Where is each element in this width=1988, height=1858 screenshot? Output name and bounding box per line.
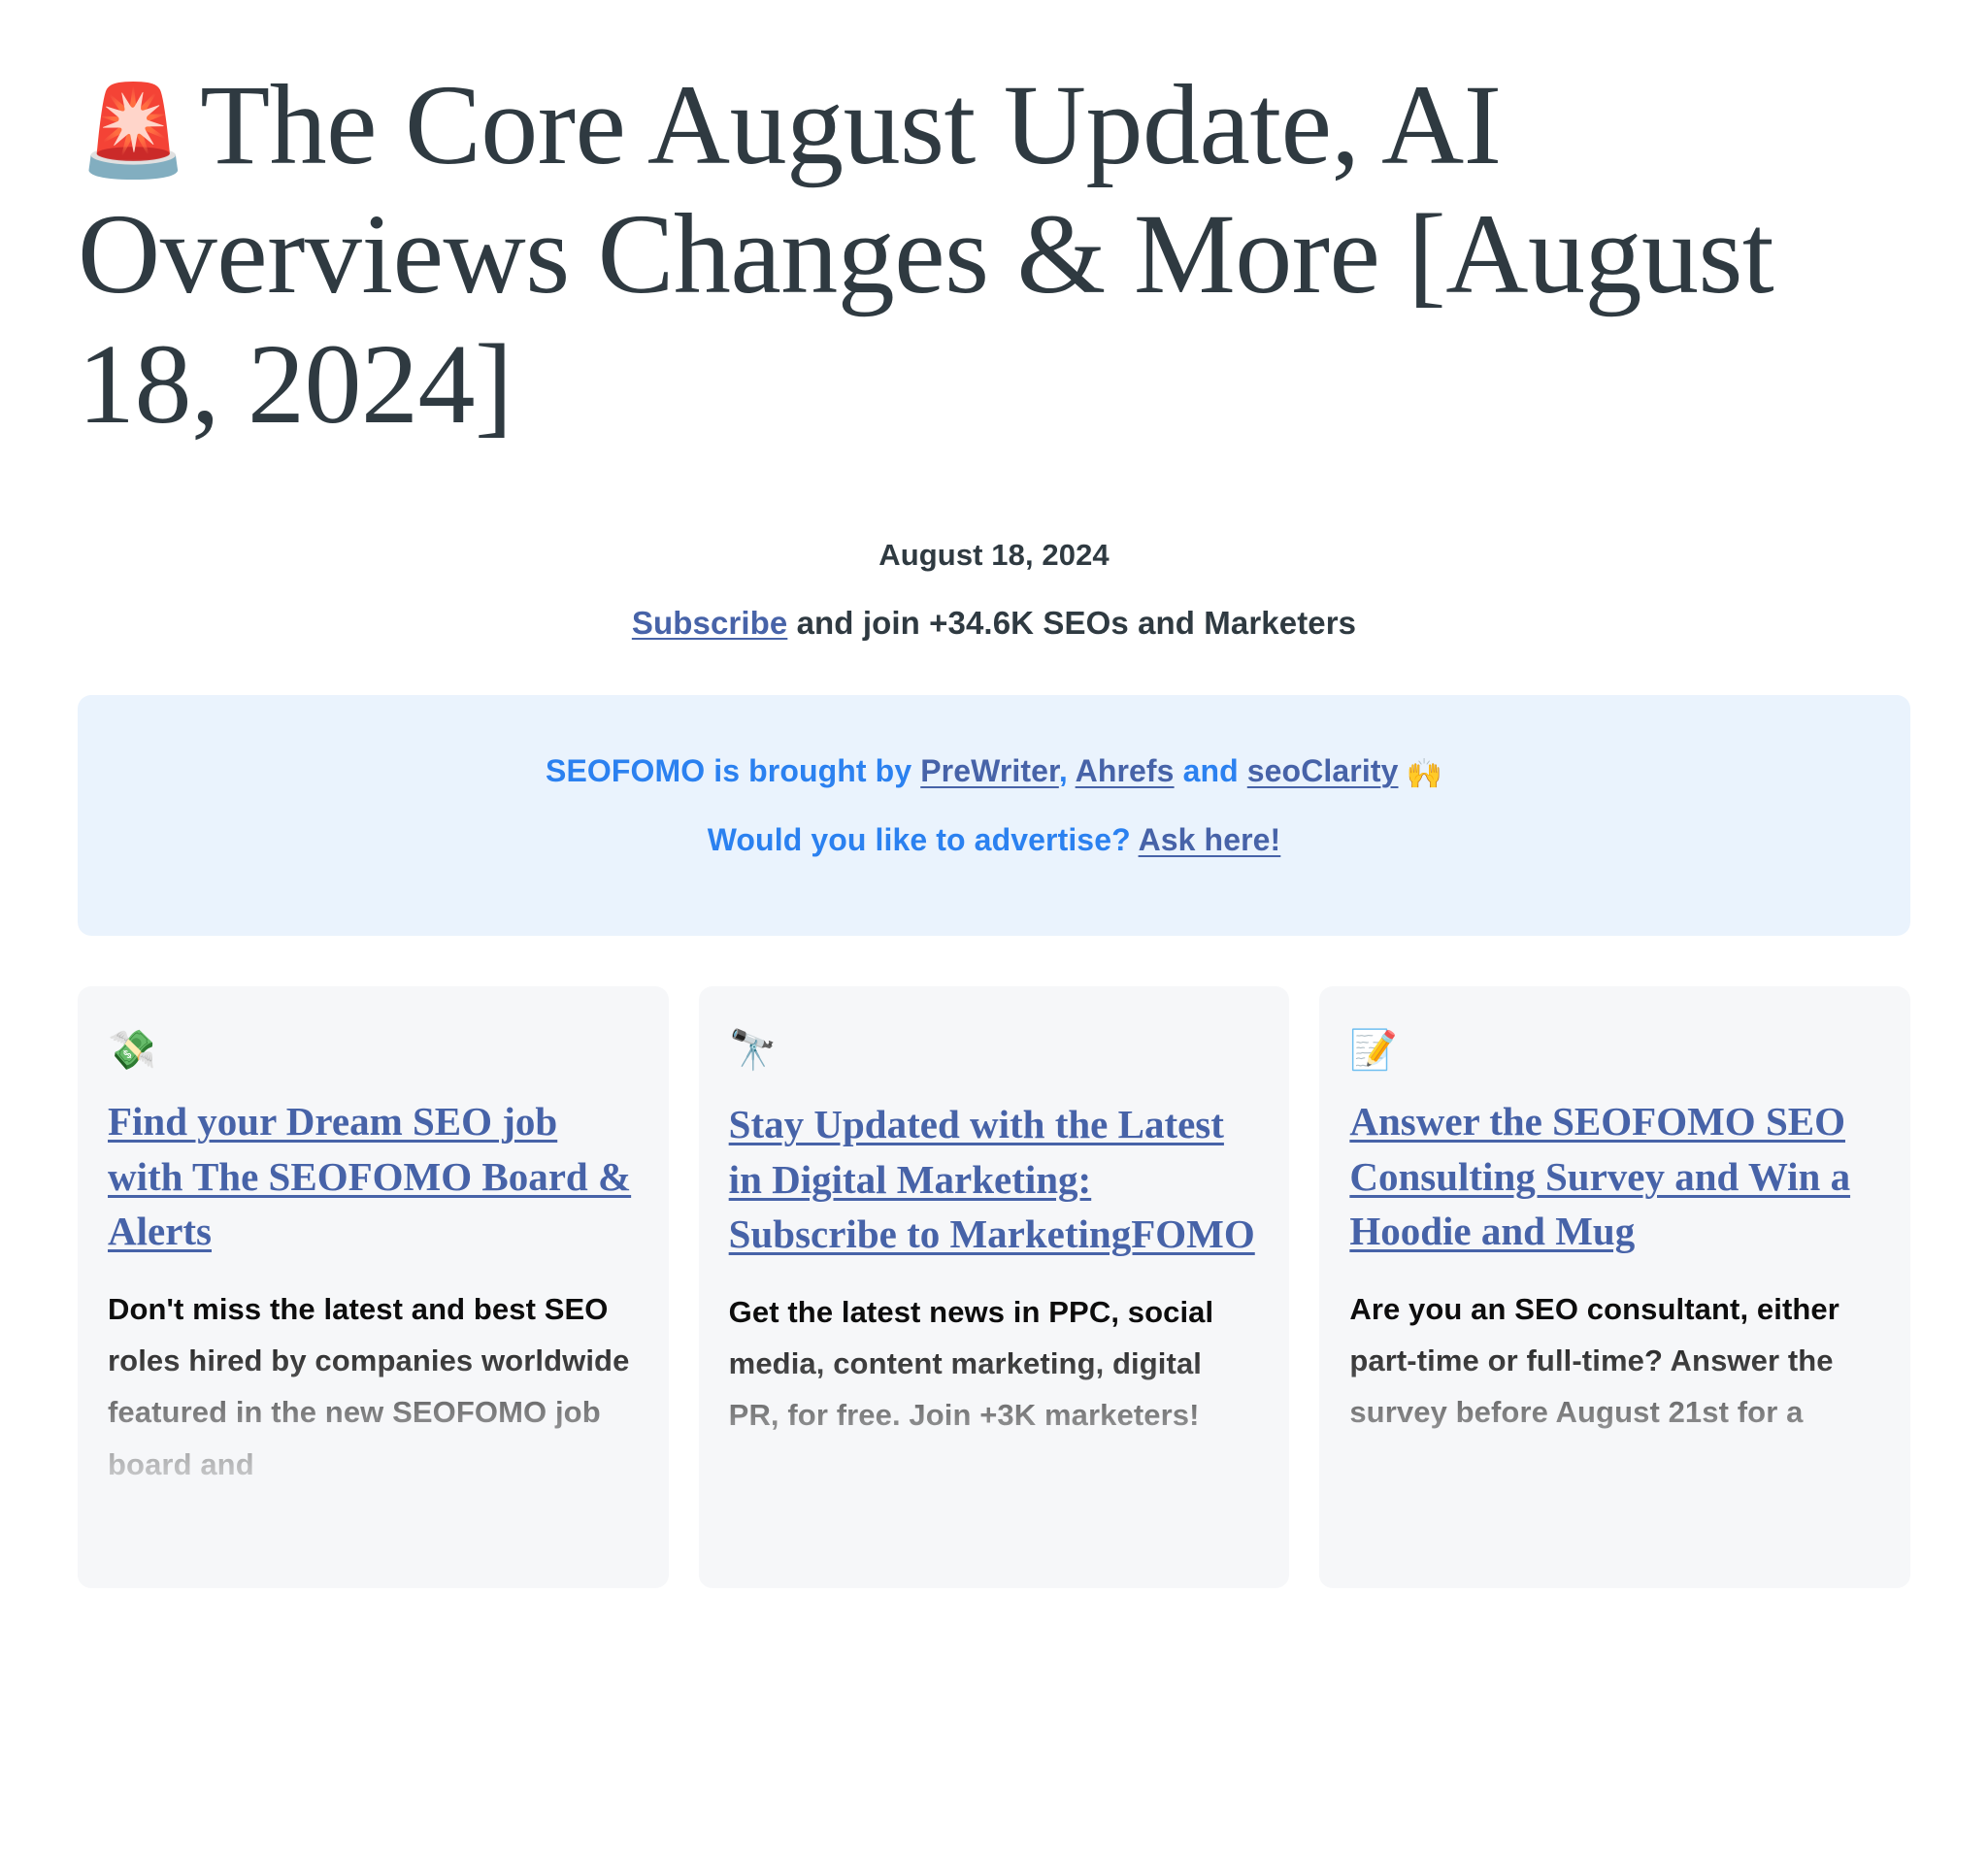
newsletter-meta: August 18, 2024 Subscribe and join +34.6… (78, 538, 1910, 642)
sponsor-link-ahrefs[interactable]: Ahrefs (1076, 753, 1175, 788)
raising-hands-icon: 🙌 (1406, 756, 1442, 791)
promo-card-link[interactable]: Answer the SEOFOMO SEO Consulting Survey… (1349, 1099, 1850, 1253)
subscribe-link[interactable]: Subscribe (632, 605, 787, 641)
ask-here-link[interactable]: Ask here! (1139, 822, 1281, 857)
advertise-prefix-text: Would you like to advertise? (707, 822, 1139, 858)
sponsor-prefix-text: SEOFOMO is brought by (546, 752, 921, 788)
newsletter-page: 🚨 The Core August Update, AI Overviews Ch… (0, 0, 1988, 1858)
subscribe-rest-text: and join +34.6K SEOs and Marketers (787, 604, 1357, 641)
advertise-line: Would you like to advertise? Ask here! (78, 824, 1910, 857)
money-with-wings-icon: 💸 (108, 1027, 156, 1073)
promo-card-body: Get the latest news in PPC, social media… (728, 1294, 1214, 1433)
page-title-text: The Core August Update, AI Overviews Cha… (78, 61, 1774, 448)
sponsor-separator-2: and (1174, 752, 1247, 788)
promo-card-link[interactable]: Stay Updated with the Latest in Digital … (729, 1102, 1255, 1256)
promo-card-title: Stay Updated with the Latest in Digital … (729, 1097, 1260, 1262)
subscribe-line: Subscribe and join +34.6K SEOs and Marke… (78, 605, 1910, 642)
sponsor-line: SEOFOMO is brought by PreWriter, Ahrefs … (78, 752, 1910, 791)
sponsor-link-seoclarity[interactable]: seoClarity (1247, 753, 1399, 788)
memo-icon: 📝 (1349, 1027, 1399, 1073)
promo-card-body: Are you an SEO consultant, either part-t… (1349, 1291, 1839, 1430)
sponsor-separator-1: , (1058, 752, 1076, 788)
page-title: 🚨 The Core August Update, AI Overviews Ch… (78, 0, 1903, 448)
publish-date: August 18, 2024 (878, 537, 1110, 572)
promo-card[interactable]: 💸 Find your Dream SEO job with The SEOFO… (78, 985, 669, 1588)
siren-icon: 🚨 (78, 79, 189, 182)
promo-cards: 💸 Find your Dream SEO job with The SEOFO… (78, 985, 1911, 1588)
promo-card-body: Don't miss the latest and best SEO roles… (108, 1291, 630, 1481)
promo-card-link[interactable]: Find your Dream SEO job with The SEOFOMO… (108, 1099, 631, 1253)
telescope-icon: 🔭 (728, 1027, 778, 1073)
promo-card-title: Find your Dream SEO job with The SEOFOMO… (108, 1094, 639, 1259)
sponsor-link-prewriter[interactable]: PreWriter (920, 753, 1059, 788)
promo-card[interactable]: 🔭 Stay Updated with the Latest in Digita… (698, 985, 1290, 1588)
promo-card-title: Answer the SEOFOMO SEO Consulting Survey… (1349, 1094, 1880, 1259)
promo-card[interactable]: 📝 Answer the SEOFOMO SEO Consulting Surv… (1319, 985, 1911, 1588)
sponsor-banner: SEOFOMO is brought by PreWriter, Ahrefs … (78, 694, 1910, 936)
